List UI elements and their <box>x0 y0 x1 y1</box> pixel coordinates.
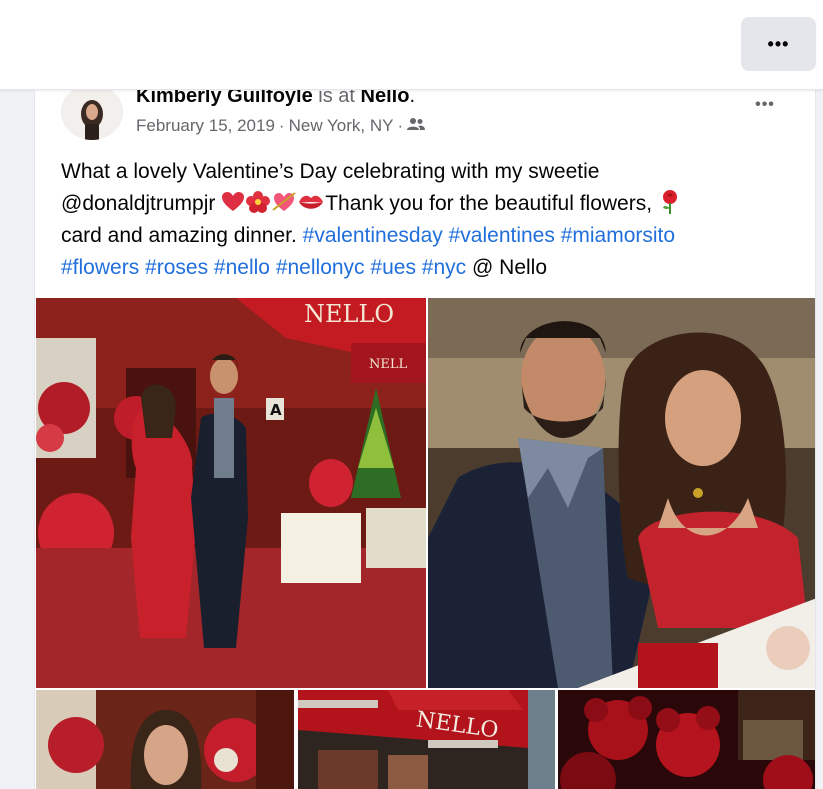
place-suffix: . <box>409 90 415 107</box>
author-name-link[interactable]: Kimberly Guilfoyle <box>136 90 313 107</box>
post-photo-5[interactable] <box>558 690 815 789</box>
place-link[interactable]: Nello <box>361 90 410 107</box>
post-body: What a lovely Valentine’s Day celebratin… <box>61 156 801 284</box>
hashtag-link[interactable]: #roses <box>145 256 208 279</box>
door-letter-text: A <box>270 401 282 419</box>
hashtag-link[interactable]: #miamorsito <box>561 224 675 247</box>
hashtag-link[interactable]: #flowers <box>61 256 139 279</box>
post-photo-2[interactable] <box>428 298 815 688</box>
post-card: Kimberly Guilfoyle is at Nello. February… <box>34 90 816 789</box>
author-avatar[interactable] <box>61 90 123 140</box>
post-text-line: card and amazing dinner. #valentinesday … <box>61 220 801 252</box>
hashtag-link[interactable]: #nyc <box>422 256 466 279</box>
kiss-mark-icon <box>297 192 325 215</box>
post-photo-3[interactable] <box>36 690 294 789</box>
at-place-text[interactable]: @ Nello <box>472 256 547 279</box>
post-header-title: Kimberly Guilfoyle is at Nello. <box>136 90 415 108</box>
post-text-segment: card and amazing dinner. <box>61 224 303 247</box>
post-options-button[interactable]: ••• <box>747 96 783 120</box>
meta-separator: · <box>278 116 285 135</box>
is-at-text: is at <box>318 90 355 107</box>
red-heart-icon <box>221 192 245 215</box>
post-text-line: @donaldjtrumpjr Thank you for the beauti… <box>61 188 801 220</box>
post-photo-4[interactable]: NELLO <box>298 690 555 789</box>
mention-link[interactable]: @donaldjtrumpjr <box>61 192 221 215</box>
hashtag-link[interactable]: #valentines <box>449 224 555 247</box>
hashtag-link[interactable]: #nello <box>214 256 270 279</box>
post-text-segment: Thank you for the beautiful flowers, <box>325 192 658 215</box>
post-meta: February 15, 2019 · New York, NY · <box>136 116 426 136</box>
meta-separator: · <box>397 116 404 135</box>
post-text-line: What a lovely Valentine’s Day celebratin… <box>61 160 600 183</box>
hashtag-link[interactable]: #valentinesday <box>303 224 443 247</box>
post-photo-1[interactable]: NELLO NELL A <box>36 298 426 688</box>
top-bar: ••• <box>0 0 823 90</box>
post-text-line: #flowers #roses #nello #nellonyc #ues #n… <box>61 252 801 284</box>
hashtag-link[interactable]: #ues <box>370 256 416 279</box>
rose-icon <box>658 190 682 215</box>
hibiscus-icon <box>245 191 271 215</box>
friends-icon[interactable] <box>407 116 426 136</box>
post-location-link[interactable]: New York, NY <box>289 116 394 136</box>
awning-sign-text: NELLO <box>304 300 394 328</box>
awning-sign-text-2: NELL <box>369 357 407 372</box>
hashtag-link[interactable]: #nellonyc <box>276 256 365 279</box>
more-options-button[interactable]: ••• <box>741 17 816 71</box>
heart-with-arrow-icon <box>271 192 297 215</box>
post-date-link[interactable]: February 15, 2019 <box>136 116 275 136</box>
